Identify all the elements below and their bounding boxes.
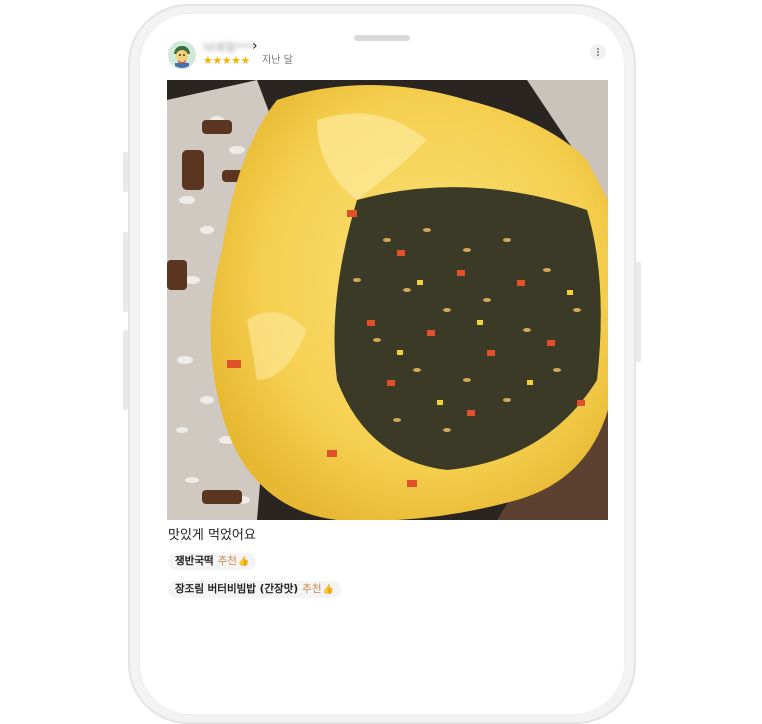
recommend-label: 추천 — [302, 583, 322, 595]
avatar-image — [169, 42, 195, 68]
thumbs-up-icon: 👍 — [322, 585, 334, 595]
menu-tag-name: 쟁반국떡 — [175, 555, 214, 567]
recommend-label: 추천 — [217, 555, 237, 567]
notch — [354, 35, 410, 41]
food-image — [167, 80, 608, 520]
thumbs-up-icon: 👍 — [237, 557, 250, 567]
avatar[interactable] — [168, 41, 196, 69]
phone-side-button — [123, 152, 128, 192]
author-name[interactable]: 닉네임*** — [203, 39, 256, 54]
review-photo[interactable] — [167, 80, 608, 520]
phone-side-button — [636, 262, 641, 362]
review-text: 맛있게 먹었어요 — [168, 528, 256, 543]
phone-side-button — [123, 330, 128, 410]
rating-stars: ★★★★★ — [203, 54, 250, 67]
chevron-right-icon[interactable]: › — [252, 38, 258, 54]
menu-tag-name: 장조림 버터비빔밥 (간장맛) — [175, 583, 299, 595]
phone-side-button — [123, 232, 128, 312]
menu-tag: 장조림 버터비빔밥 (간장맛) 추천👍 — [168, 581, 341, 598]
menu-tag: 쟁반국떡 추천👍 — [168, 553, 257, 570]
review-date: 지난 달 — [262, 55, 293, 66]
more-vertical-icon[interactable] — [590, 44, 606, 60]
